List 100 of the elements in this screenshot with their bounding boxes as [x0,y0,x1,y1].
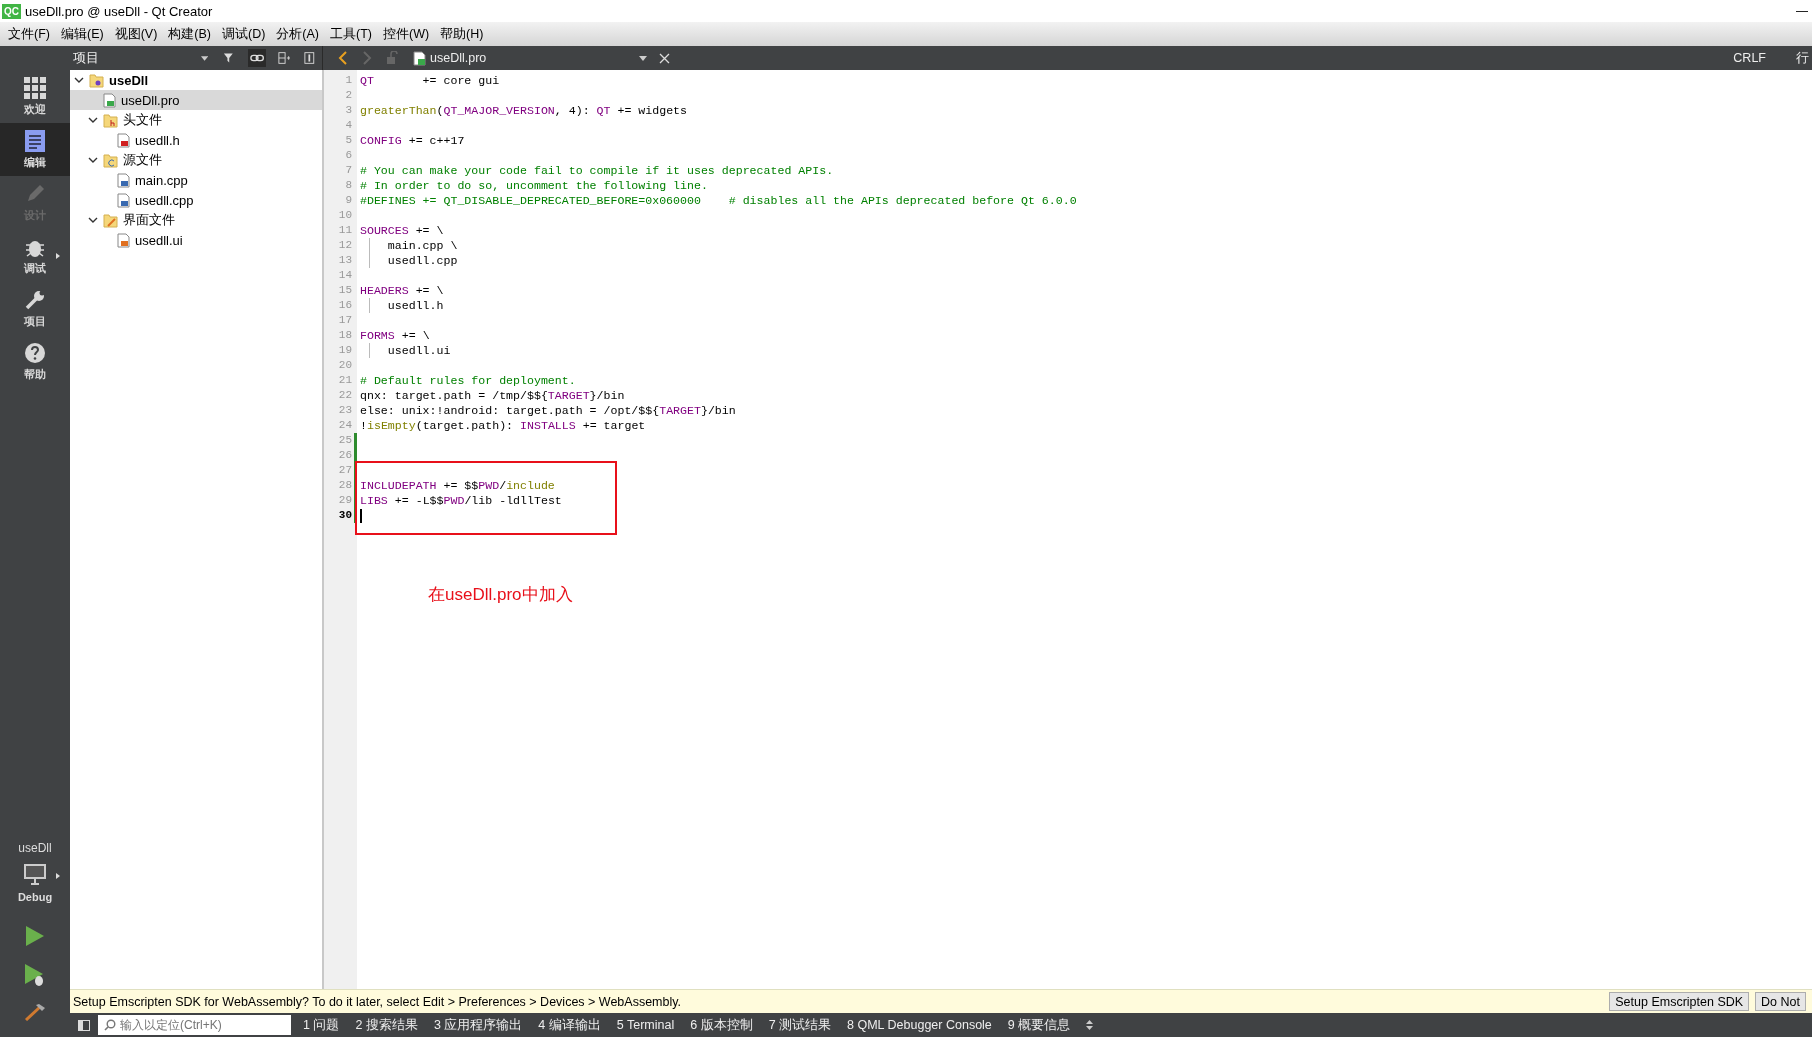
line-number: 25 [337,433,353,448]
view-dropdown[interactable]: 项目 [73,49,198,67]
annotation-text: 在useDll.pro中加入 [428,584,573,606]
monitor-icon [23,863,47,885]
up-down-arrow-icon[interactable] [1086,1020,1094,1030]
menu-item[interactable]: 控件(W) [381,25,439,43]
line-number: 19 [337,343,353,358]
line-number: 3 [344,103,353,118]
mode-button[interactable]: 帮助 [0,335,70,388]
code-line: usedll.cpp [386,253,458,268]
output-pane-button[interactable]: 5 Terminal [616,1018,675,1032]
line-number: 1 [344,73,353,88]
tree-item[interactable]: 界面文件 [70,210,322,230]
dropdown-arrow-icon[interactable] [201,55,209,61]
sidebar-toggle-icon[interactable] [78,1019,90,1031]
menu-item[interactable]: 编辑(E) [58,25,113,43]
menu-item[interactable]: 工具(T) [328,25,381,43]
menu-item[interactable]: 视图(V) [112,25,167,43]
file-icon [103,92,116,108]
output-pane-button[interactable]: 4 编译输出 [538,1016,601,1034]
menu-item[interactable]: 帮助(H) [438,25,493,43]
line-number: 22 [337,388,353,403]
tree-item[interactable]: useDll.pro [70,90,322,110]
document-dropdown[interactable]: useDll.pro [430,51,635,65]
line-info-label[interactable]: 行 [1796,49,1812,67]
tree-item[interactable]: main.cpp [70,170,322,190]
kit-selector[interactable]: Debug [0,863,70,903]
output-pane-button[interactable]: 3 应用程序输出 [433,1016,523,1034]
line-number: 23 [337,403,353,418]
chevron-icon[interactable] [88,116,98,124]
close-panel-icon[interactable] [302,49,317,67]
chevron-icon[interactable] [88,216,98,224]
line-number: 21 [337,373,353,388]
line-number: 20 [337,358,353,373]
line-number: 2 [344,88,353,103]
line-number: 14 [337,268,353,283]
file-icon [117,232,130,248]
text-cursor [360,508,362,523]
code-line: qnx: target.path = /tmp/$${TARGET}/bin [360,388,625,403]
link-icon[interactable] [247,49,266,67]
hammer-icon[interactable] [24,1003,46,1021]
grid-icon [24,76,46,99]
output-pane-button[interactable]: 1 问题 [303,1016,340,1034]
dropdown-arrow-icon[interactable] [639,55,647,61]
debug-run-icon[interactable] [24,963,46,987]
code-line: # In order to do so, uncomment the following line. [360,178,708,193]
menu-arrow-icon [56,873,60,879]
tree-item[interactable]: usedll.ui [70,230,322,250]
search-icon [104,1019,116,1031]
menu-arrow-icon [56,253,60,259]
output-pane-button[interactable]: 2 搜索结果 [355,1016,418,1034]
line-number: 10 [337,208,353,223]
folder-icon [89,72,104,88]
locator-field[interactable]: 输入以定位(Ctrl+K) [98,1015,291,1035]
folder-icon [103,212,118,228]
folder-icon [103,152,118,168]
menu-item[interactable]: 构建(B) [166,25,220,43]
minimize-button[interactable]: — [1792,4,1812,18]
code-line: QT += core gui [360,73,500,88]
mode-button[interactable]: 调试 [0,229,70,282]
output-pane-button[interactable]: 7 测试结果 [768,1016,832,1034]
line-number: 8 [344,178,353,193]
line-number: 11 [337,223,353,238]
code-line: !isEmpty(target.path): INSTALLS += target [360,418,646,433]
info-button[interactable]: Setup Emscripten SDK [1609,992,1750,1011]
line-number: 29 [337,493,353,508]
tree-item[interactable]: usedll.h [70,130,322,150]
code-line: INCLUDEPATH += $$PWD/include [360,478,555,493]
tree-item[interactable]: useDll [70,70,322,90]
menu-item[interactable]: 调试(D) [220,25,275,43]
line-number: 12 [337,238,353,253]
code-line: # You can make your code fail to compile if it uses deprecated APIs. [360,163,834,178]
mode-button[interactable]: 欢迎 [0,70,70,123]
tree-item[interactable]: usedll.cpp [70,190,322,210]
line-number: 30 [337,508,353,523]
output-pane-button[interactable]: 9 概要信息 [1007,1016,1071,1034]
chevron-icon[interactable] [88,156,98,164]
run-icon[interactable] [25,925,45,947]
line-ending-label[interactable]: CRLF [1733,51,1766,65]
code-line: main.cpp \ [386,238,458,253]
menu-item[interactable]: 分析(A) [274,25,328,43]
line-number: 28 [337,478,353,493]
line-number: 17 [337,313,353,328]
info-message: Setup Emscripten SDK for WebAssembly? To do it later, select Edit > Preferences > Devices > WebAssembly. [73,994,682,1009]
line-number: 6 [344,148,353,163]
info-button[interactable]: Do Not [1755,992,1806,1011]
tree-item[interactable]: 源文件 [70,150,322,170]
file-icon [413,50,426,66]
menu-item[interactable]: 文件(F) [6,25,59,43]
output-pane-button[interactable]: 6 版本控制 [690,1016,753,1034]
line-number: 9 [344,193,353,208]
code-line: SOURCES += \ [360,223,444,238]
output-pane-button[interactable]: 8 QML Debugger Console [847,1018,992,1032]
code-line: FORMS += \ [360,328,430,343]
mode-button[interactable]: 编辑 [0,123,70,176]
tree-item[interactable]: 头文件 [70,110,322,130]
mode-button[interactable]: 项目 [0,282,70,335]
chevron-icon[interactable] [74,76,84,84]
code-line: CONFIG += c++17 [360,133,465,148]
split-icon[interactable] [275,49,293,67]
